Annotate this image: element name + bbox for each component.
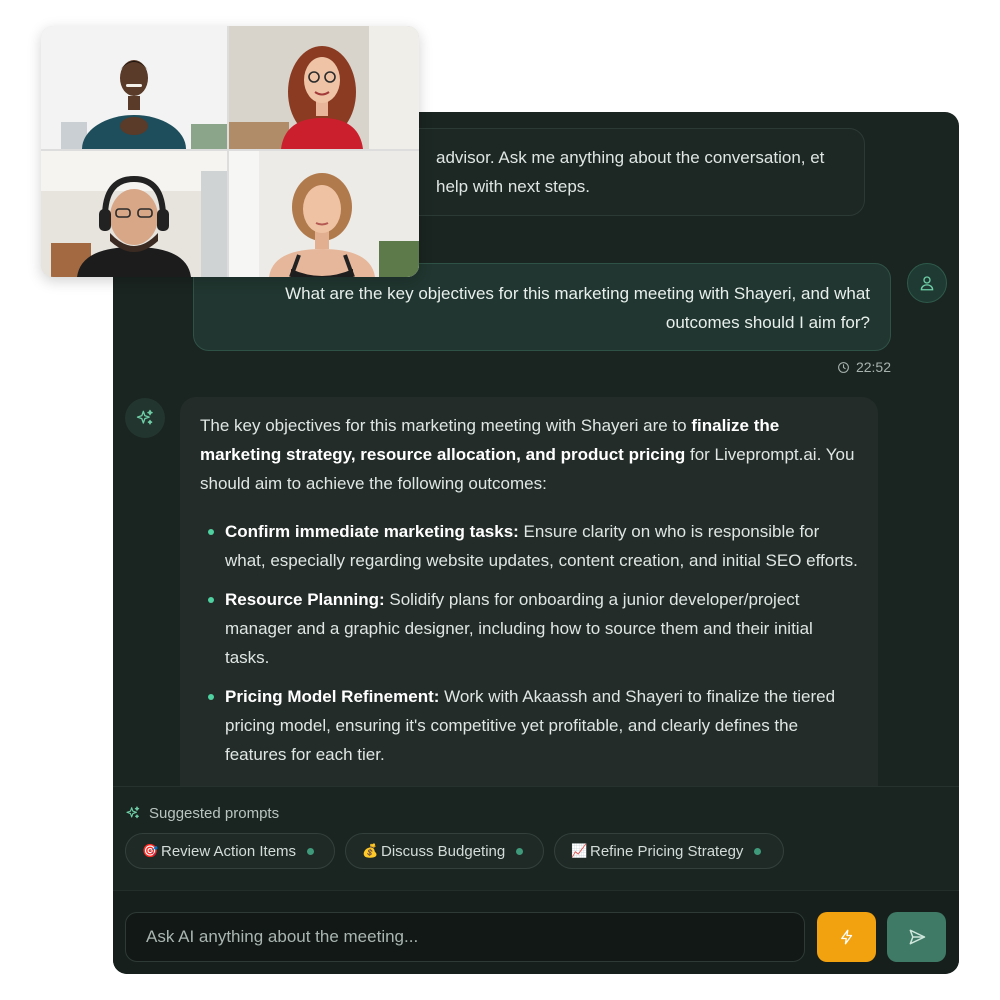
composer [113,890,959,974]
suggested-prompts-header: Suggested prompts [125,803,279,823]
message-timestamp: 22:52 [813,357,891,377]
bullet-title: Pricing Model Refinement: [225,687,440,706]
send-icon [909,929,925,945]
clock-icon [838,361,849,373]
timestamp-text: 22:52 [855,359,891,375]
chip-discuss-budgeting[interactable]: 💰 Discuss Budgeting [345,833,544,869]
bullet-dot [208,597,214,603]
video-call-grid [41,26,419,277]
chip-label: Discuss Budgeting [381,842,506,860]
participant-video-4[interactable] [229,151,419,277]
status-dot [307,847,315,855]
sparkles-icon [126,806,140,819]
money-bag-icon: 💰 [362,843,379,859]
ask-ai-input[interactable] [125,912,805,962]
chip-review-action-items[interactable]: 🎯 Review Action Items [125,833,335,869]
list-item: Pricing Model Refinement: Work with Akaa… [200,682,858,769]
assistant-intro-text: advisor. Ask me anything about the conve… [436,148,825,196]
bullet-dot [208,529,214,535]
participant-video-2[interactable] [229,26,419,149]
participant-video-3[interactable] [41,151,227,277]
send-button[interactable] [887,912,946,962]
chip-refine-pricing-strategy[interactable]: 📈 Refine Pricing Strategy [554,833,784,869]
ai-intro-pre: The key objectives for this marketing me… [200,416,692,435]
user-avatar [907,263,947,303]
participant-video-1[interactable] [41,26,227,149]
user-icon [920,276,934,291]
ai-response-bubble: The key objectives for this marketing me… [180,397,878,786]
list-item: Confirm immediate marketing tasks: Ensur… [200,517,858,575]
bolt-icon [840,929,852,945]
target-icon: 🎯 [142,843,159,859]
outcome-list: Confirm immediate marketing tasks: Ensur… [200,517,858,769]
quick-action-button[interactable] [817,912,876,962]
sparkles-icon [136,409,153,425]
chip-label: Review Action Items [161,842,297,860]
status-dot [754,847,762,855]
bullet-title: Resource Planning: [225,590,385,609]
ai-avatar [125,398,165,438]
bullet-dot [208,694,214,700]
status-dot [516,847,524,855]
list-item: Resource Planning: Solidify plans for on… [200,585,858,672]
bullet-title: Confirm immediate marketing tasks: [225,522,519,541]
suggested-prompts-title: Suggested prompts [149,804,280,822]
chip-label: Refine Pricing Strategy [590,842,744,860]
suggested-prompts: Suggested prompts 🎯 Review Action Items … [113,786,959,890]
user-message-text: What are the key objectives for this mar… [285,284,870,332]
ai-response-intro: The key objectives for this marketing me… [200,411,858,498]
chart-increasing-icon: 📈 [571,843,588,859]
